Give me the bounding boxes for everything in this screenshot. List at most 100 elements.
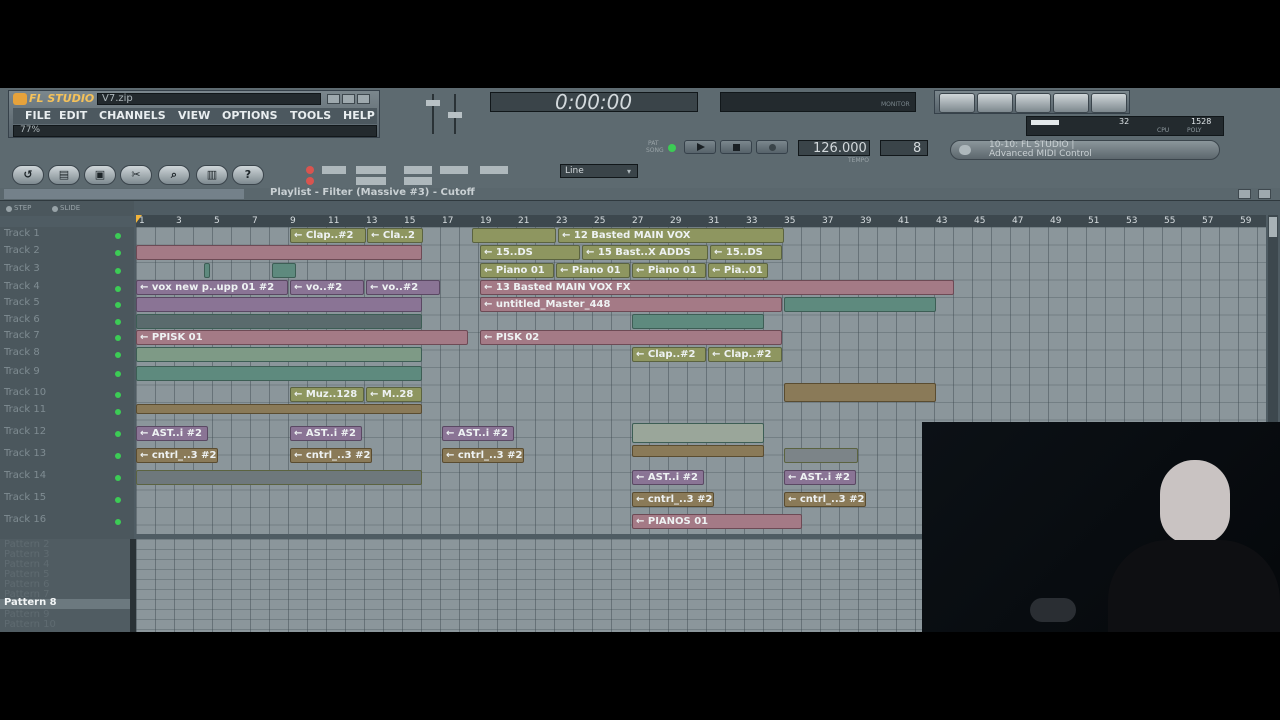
playlist-clip[interactable] (136, 470, 422, 485)
track-mute-led[interactable] (115, 453, 121, 459)
playlist-clip[interactable] (136, 297, 422, 312)
playlist-clip[interactable] (136, 245, 422, 260)
track-name[interactable]: Track 7 (4, 330, 40, 341)
track-name[interactable]: Track 15 (4, 492, 46, 503)
track-mute-led[interactable] (115, 431, 121, 437)
record-led[interactable] (306, 177, 314, 185)
pattern-item[interactable]: Pattern 10 (4, 619, 56, 630)
playlist-clip[interactable] (632, 423, 764, 443)
menu-file[interactable]: FILE (25, 108, 51, 124)
playlist-clip[interactable] (784, 383, 936, 402)
track-mute-led[interactable] (115, 409, 121, 415)
playlist-ruler[interactable]: 1 3 5 7 9 11 13 15 17 19 21 23 25 27 29 … (136, 215, 1266, 227)
track-mute-led[interactable] (115, 497, 121, 503)
browser-button[interactable] (1053, 93, 1089, 113)
notes-button[interactable]: ▥ (196, 165, 228, 185)
playlist-clip[interactable] (632, 314, 764, 329)
track-mute-led[interactable] (115, 392, 121, 398)
playlist-window-button[interactable] (939, 93, 975, 113)
playlist-clip[interactable]: ← Piano 01 (480, 263, 554, 278)
save-button[interactable]: ▤ (48, 165, 80, 185)
playlist-clip[interactable]: ← cntrl_..3 #2 (136, 448, 218, 463)
menu-edit[interactable]: EDIT (59, 108, 87, 124)
track-mute-led[interactable] (115, 352, 121, 358)
playlist-clip[interactable]: ← AST..i #2 (136, 426, 208, 441)
playlist-clip[interactable]: ← AST..i #2 (290, 426, 362, 441)
track-mute-led[interactable] (115, 371, 121, 377)
step-edit-toggle[interactable] (356, 166, 386, 174)
blend-toggle[interactable] (404, 166, 432, 174)
typing-keyboard-toggle[interactable] (322, 166, 346, 174)
playlist-clip[interactable]: ← Clap..#2 (708, 347, 782, 362)
playlist-clip[interactable] (272, 263, 296, 278)
playlist-clip[interactable]: ← Clap..#2 (290, 228, 366, 243)
scrollbar-thumb[interactable] (1269, 217, 1277, 237)
playlist-clip[interactable] (632, 445, 764, 457)
close-icon[interactable] (357, 94, 370, 104)
playlist-clip[interactable]: ← Piano 01 (632, 263, 706, 278)
playlist-clip[interactable]: ← AST..i #2 (632, 470, 704, 485)
playlist-clip[interactable]: ← untitled_Master_448 (480, 297, 782, 312)
piano-roll-button[interactable] (1015, 93, 1051, 113)
track-mute-led[interactable] (115, 319, 121, 325)
track-name[interactable]: Track 13 (4, 448, 46, 459)
wait-toggle[interactable] (440, 166, 468, 174)
track-mute-led[interactable] (115, 268, 121, 274)
track-mute-led[interactable] (115, 475, 121, 481)
playlist-clip[interactable]: ← Cla..2 (367, 228, 423, 243)
pat-song-toggle[interactable] (668, 144, 676, 152)
playlist-clip[interactable]: ← AST..i #2 (784, 470, 856, 485)
play-button[interactable] (684, 140, 716, 154)
playlist-clip[interactable] (136, 366, 422, 381)
playlist-clip[interactable] (784, 448, 858, 463)
master-volume-slider[interactable] (426, 100, 440, 106)
track-name[interactable]: Track 4 (4, 281, 40, 292)
export-button[interactable]: ▣ (84, 165, 116, 185)
playlist-tool-icons[interactable] (4, 189, 244, 199)
playlist-clip[interactable]: ← 13 Basted MAIN VOX FX (480, 280, 954, 295)
menu-options[interactable]: OPTIONS (222, 108, 278, 124)
playlist-maximize-icon[interactable] (1238, 189, 1251, 199)
stop-button[interactable] (720, 140, 752, 154)
track-name[interactable]: Track 6 (4, 314, 40, 325)
record-button[interactable] (756, 140, 788, 154)
loop-toggle[interactable] (480, 166, 508, 174)
track-mute-led[interactable] (115, 302, 121, 308)
undo-button[interactable]: ↺ (12, 165, 44, 185)
playlist-clip[interactable] (136, 347, 422, 362)
slide-radio[interactable] (52, 206, 58, 212)
playlist-clip[interactable]: ← cntrl_..3 #2 (632, 492, 714, 507)
pattern-display[interactable]: 8 (880, 140, 928, 156)
playlist-clip[interactable]: ← 15 Bast..X ADDS (582, 245, 708, 260)
playlist-clip[interactable]: ← 12 Basted MAIN VOX (558, 228, 784, 243)
playlist-clip[interactable]: ← Pia..01 (708, 263, 768, 278)
track-name[interactable]: Track 9 (4, 366, 40, 377)
track-mute-led[interactable] (115, 335, 121, 341)
menu-view[interactable]: VIEW (178, 108, 210, 124)
playlist-clip[interactable]: ← vo..#2 (290, 280, 364, 295)
playlist-vertical-scrollbar[interactable] (1268, 215, 1278, 425)
track-name[interactable]: Track 1 (4, 228, 40, 239)
help-button[interactable]: ? (232, 165, 264, 185)
playlist-clip[interactable]: ← 15..DS (480, 245, 580, 260)
playlist-clip[interactable]: ← PPISK 01 (136, 330, 468, 345)
playlist-clip[interactable]: ← 15..DS (710, 245, 782, 260)
menu-tools[interactable]: TOOLS (290, 108, 331, 124)
mixer-button[interactable] (1091, 93, 1127, 113)
playlist-clip[interactable] (136, 314, 422, 329)
playlist-clip[interactable]: ← M..28 (366, 387, 422, 402)
track-name[interactable]: Track 10 (4, 387, 46, 398)
playlist-clip[interactable] (784, 297, 936, 312)
playlist-clip[interactable] (204, 263, 210, 278)
metronome-led[interactable] (306, 166, 314, 174)
track-name[interactable]: Track 11 (4, 404, 46, 415)
playlist-clip[interactable]: ← vox new p..upp 01 #2 (136, 280, 288, 295)
track-mute-led[interactable] (115, 233, 121, 239)
track-name[interactable]: Track 14 (4, 470, 46, 481)
playlist-clip[interactable]: ← Muz..128 (290, 387, 364, 402)
playlist-clip[interactable]: ← cntrl_..3 #2 (784, 492, 866, 507)
restore-icon[interactable] (342, 94, 355, 104)
track-name[interactable]: Track 8 (4, 347, 40, 358)
minimize-icon[interactable] (327, 94, 340, 104)
countdown-toggle[interactable] (356, 177, 386, 185)
